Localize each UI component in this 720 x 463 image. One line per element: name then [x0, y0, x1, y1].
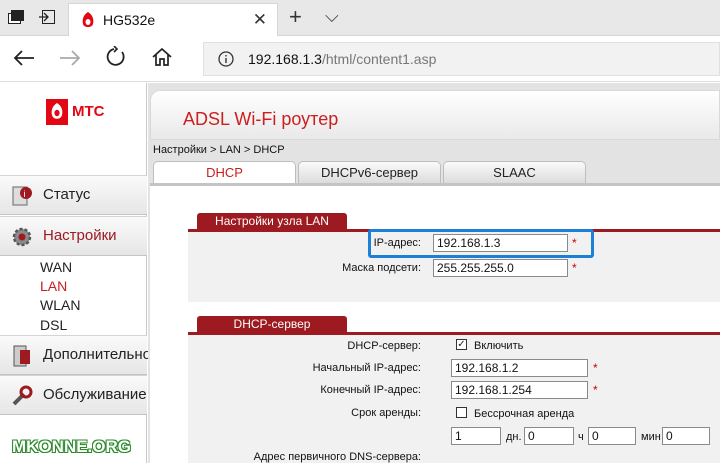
- address-bar[interactable]: 192.168.1.3/html/content1.asp: [203, 42, 720, 76]
- sidebar-subitem-wlan[interactable]: WLAN: [40, 297, 80, 313]
- address-host: 192.168.1.3: [248, 51, 322, 67]
- sidebar-item-status[interactable]: i Статус: [0, 175, 147, 215]
- gear-icon: [10, 225, 34, 249]
- back-icon[interactable]: [12, 48, 36, 68]
- sidebar-item-label: Настройки: [43, 227, 117, 244]
- unlimited-lease-checkbox[interactable]: [456, 407, 467, 418]
- enable-label: Включить: [474, 340, 524, 352]
- subnet-mask-label: Маска подсети:: [342, 262, 421, 274]
- sidebar-item-advanced[interactable]: Дополнительно: [0, 335, 151, 375]
- required-mark: *: [593, 361, 598, 375]
- days-label: дн.: [506, 431, 522, 443]
- watermark: MKONNE.ORG: [12, 437, 131, 456]
- sidebar-item-label: Дополнительно: [43, 346, 151, 363]
- sidebar-item-label: Обслуживание: [43, 386, 147, 403]
- tab-list-icon[interactable]: ⌵: [325, 6, 339, 27]
- lease-days-input[interactable]: [451, 427, 501, 445]
- address-url: 192.168.1.3/html/content1.asp: [248, 51, 436, 67]
- browser-tab[interactable]: HG532e ✕: [68, 3, 278, 36]
- end-ip-label: Конечный IP-адрес:: [320, 384, 421, 396]
- tab-dhcpv6[interactable]: DHCPv6-сервер: [298, 161, 441, 183]
- tab-close-icon[interactable]: ✕: [253, 10, 267, 30]
- dhcp-section-header: DHCP-сервер: [197, 316, 347, 332]
- required-mark: *: [593, 383, 598, 397]
- lan-section-header: Настройки узла LAN: [197, 213, 347, 229]
- sidebar-subitem-lan[interactable]: LAN: [40, 278, 67, 294]
- home-icon[interactable]: [151, 47, 173, 67]
- tab-label: DHCPv6-сервер: [320, 165, 419, 180]
- hours-label: ч: [578, 431, 584, 443]
- new-tab-button[interactable]: +: [289, 4, 302, 30]
- lease-minutes-input[interactable]: [588, 427, 636, 445]
- unlimited-lease-label: Бессрочная аренда: [474, 408, 575, 420]
- end-ip-input[interactable]: [451, 381, 588, 399]
- required-mark: *: [572, 261, 577, 275]
- sidebar-item-maintenance[interactable]: Обслуживание: [0, 375, 147, 415]
- sidebar-subitem-dsl[interactable]: DSL: [40, 317, 67, 333]
- mts-logo: МТС: [46, 99, 116, 125]
- set-aside-tabs-icon[interactable]: [38, 9, 56, 25]
- tab-label: SLAAC: [493, 165, 536, 180]
- lease-time-label: Срок аренды:: [351, 407, 421, 419]
- tab-favicon-icon: [81, 11, 95, 29]
- minutes-label: мин: [641, 431, 661, 443]
- subnet-mask-input[interactable]: [433, 259, 568, 277]
- sidebar-item-label: Статус: [43, 186, 91, 203]
- dhcp-server-label: DHCP-сервер:: [347, 340, 421, 352]
- tab-dhcp[interactable]: DHCP: [153, 161, 296, 183]
- logo-text: МТС: [72, 103, 105, 120]
- highlight-box: [368, 229, 594, 258]
- tab-title: HG532e: [103, 12, 156, 28]
- section-title: Настройки узла LAN: [215, 214, 329, 228]
- primary-dns-label: Адрес первичного DNS-сервера:: [253, 451, 421, 463]
- router-header: ADSL Wi-Fi роутер: [150, 90, 720, 140]
- lease-hours-input[interactable]: [524, 427, 574, 445]
- sidebar-item-settings[interactable]: Настройки: [0, 216, 147, 256]
- section-title: DHCP-сервер: [233, 317, 311, 331]
- sidebar-subitem-wan[interactable]: WAN: [40, 259, 72, 275]
- refresh-icon[interactable]: [105, 45, 127, 68]
- address-path: /html/content1.asp: [321, 51, 437, 67]
- forward-icon[interactable]: [58, 48, 82, 68]
- site-info-icon[interactable]: [218, 51, 234, 67]
- tab-slaac[interactable]: SLAAC: [443, 161, 586, 183]
- maintenance-icon: [10, 384, 34, 408]
- page-title: ADSL Wi-Fi роутер: [183, 109, 339, 129]
- lease-seconds-input[interactable]: [662, 427, 710, 445]
- start-ip-input[interactable]: [451, 359, 588, 377]
- advanced-icon: [10, 344, 34, 368]
- start-ip-label: Начальный IP-адрес:: [312, 362, 421, 374]
- svg-text:i: i: [24, 189, 26, 199]
- tab-label: DHCP: [206, 165, 243, 180]
- tab-actions-icon[interactable]: [8, 10, 24, 24]
- status-icon: i: [10, 184, 34, 208]
- breadcrumb: Настройки > LAN > DHCP: [153, 144, 285, 156]
- dhcp-enable-checkbox[interactable]: ✓: [456, 339, 467, 350]
